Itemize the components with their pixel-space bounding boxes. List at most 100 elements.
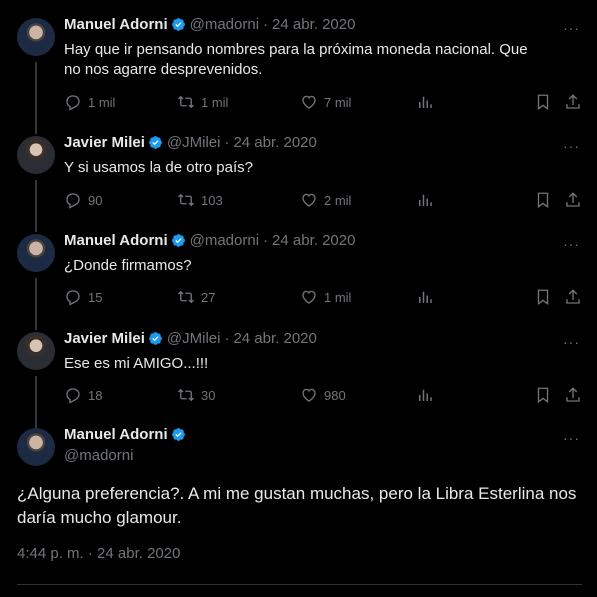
author-handle[interactable]: @JMilei bbox=[167, 330, 221, 347]
tweet-header: Javier Milei @JMilei · 24 abr. 2020 bbox=[64, 330, 317, 347]
bookmark-icon bbox=[534, 191, 552, 209]
author-name[interactable]: Javier Milei bbox=[64, 134, 145, 151]
main-tweet-text: ¿Alguna preferencia?. A mi me gustan muc… bbox=[17, 484, 577, 527]
reply-button[interactable]: 18 bbox=[64, 386, 102, 404]
tweet-header: Javier Milei @JMilei · 24 abr. 2020 bbox=[64, 134, 317, 151]
bookmark-button[interactable] bbox=[534, 93, 558, 111]
retweet-button[interactable]: 103 bbox=[177, 191, 223, 209]
reply-count: 1 mil bbox=[88, 94, 116, 110]
avatar[interactable] bbox=[17, 136, 55, 174]
retweet-icon bbox=[177, 386, 195, 404]
bookmark-button[interactable] bbox=[534, 288, 558, 306]
like-button[interactable]: 980 bbox=[300, 386, 346, 404]
retweet-count: 103 bbox=[201, 192, 223, 208]
author-name[interactable]: Manuel Adorni bbox=[64, 232, 168, 249]
verified-badge-icon bbox=[148, 135, 163, 150]
avatar[interactable] bbox=[17, 18, 55, 56]
thread-line bbox=[35, 180, 37, 232]
retweet-icon bbox=[177, 288, 195, 306]
retweet-button[interactable]: 1 mil bbox=[177, 93, 228, 111]
reply-icon bbox=[64, 93, 82, 111]
more-icon[interactable]: ··· bbox=[563, 236, 580, 252]
separator: · bbox=[224, 134, 230, 151]
author-handle[interactable]: @madorni bbox=[190, 16, 259, 33]
action-bar: 15 27 1 mil bbox=[64, 288, 584, 308]
more-icon[interactable]: ··· bbox=[563, 138, 580, 154]
views-button[interactable] bbox=[416, 288, 440, 306]
author-name[interactable]: Javier Milei bbox=[64, 330, 145, 347]
avatar[interactable] bbox=[17, 234, 55, 272]
avatar[interactable] bbox=[17, 428, 55, 466]
separator: · bbox=[263, 232, 269, 249]
verified-badge-icon bbox=[171, 17, 186, 32]
bookmark-icon bbox=[534, 93, 552, 111]
views-button[interactable] bbox=[416, 93, 440, 111]
retweet-icon bbox=[177, 93, 195, 111]
retweet-count: 30 bbox=[201, 387, 216, 403]
like-icon bbox=[300, 386, 318, 404]
like-button[interactable]: 1 mil bbox=[300, 288, 351, 306]
like-count: 1 mil bbox=[324, 289, 352, 305]
reply-icon bbox=[64, 288, 82, 306]
action-bar: 18 30 980 bbox=[64, 386, 584, 406]
divider bbox=[17, 584, 582, 585]
tweet-header: Manuel Adorni @madorni · 24 abr. 2020 bbox=[64, 232, 355, 249]
views-icon bbox=[416, 386, 434, 404]
share-icon bbox=[564, 191, 582, 209]
views-button[interactable] bbox=[416, 191, 440, 209]
tweet-date[interactable]: 24 abr. 2020 bbox=[272, 16, 355, 33]
like-button[interactable]: 7 mil bbox=[300, 93, 351, 111]
views-button[interactable] bbox=[416, 386, 440, 404]
share-button[interactable] bbox=[564, 93, 588, 111]
more-icon[interactable]: ··· bbox=[563, 20, 580, 36]
verified-badge-icon bbox=[171, 427, 186, 442]
tweet-date[interactable]: 24 abr. 2020 bbox=[272, 232, 355, 249]
like-count: 2 mil bbox=[324, 192, 352, 208]
reply-count: 18 bbox=[88, 387, 103, 403]
separator: · bbox=[224, 330, 230, 347]
share-button[interactable] bbox=[564, 386, 588, 404]
share-icon bbox=[564, 93, 582, 111]
like-count: 7 mil bbox=[324, 94, 352, 110]
views-icon bbox=[416, 191, 434, 209]
tweet-date[interactable]: 24 abr. 2020 bbox=[233, 134, 316, 151]
like-icon bbox=[300, 93, 318, 111]
bookmark-button[interactable] bbox=[534, 386, 558, 404]
tweet-header: Manuel Adorni @madorni · 24 abr. 2020 bbox=[64, 16, 355, 33]
author-handle[interactable]: @JMilei bbox=[167, 134, 221, 151]
like-icon bbox=[300, 288, 318, 306]
avatar[interactable] bbox=[17, 332, 55, 370]
author-name[interactable]: Manuel Adorni bbox=[64, 426, 168, 443]
like-count: 980 bbox=[324, 387, 346, 403]
retweet-count: 1 mil bbox=[201, 94, 229, 110]
thread-line bbox=[35, 278, 37, 330]
more-icon[interactable]: ··· bbox=[563, 430, 580, 446]
author-handle[interactable]: @madorni bbox=[190, 232, 259, 249]
reply-count: 90 bbox=[88, 192, 103, 208]
more-icon[interactable]: ··· bbox=[563, 334, 580, 350]
reply-button[interactable]: 15 bbox=[64, 288, 102, 306]
main-tweet-timestamp[interactable]: 4:44 p. m. · 24 abr. 2020 bbox=[17, 545, 180, 562]
retweet-count: 27 bbox=[201, 289, 216, 305]
share-button[interactable] bbox=[564, 288, 588, 306]
share-icon bbox=[564, 386, 582, 404]
reply-button[interactable]: 90 bbox=[64, 191, 102, 209]
share-button[interactable] bbox=[564, 191, 588, 209]
verified-badge-icon bbox=[171, 233, 186, 248]
like-button[interactable]: 2 mil bbox=[300, 191, 351, 209]
separator: · bbox=[263, 16, 269, 33]
reply-count: 15 bbox=[88, 289, 103, 305]
author-handle[interactable]: @madorni bbox=[64, 447, 133, 464]
bookmark-button[interactable] bbox=[534, 191, 558, 209]
tweet-text: ¿Donde firmamos? bbox=[64, 257, 192, 274]
retweet-button[interactable]: 27 bbox=[177, 288, 215, 306]
reply-icon bbox=[64, 191, 82, 209]
reply-icon bbox=[64, 386, 82, 404]
retweet-button[interactable]: 30 bbox=[177, 386, 215, 404]
author-name[interactable]: Manuel Adorni bbox=[64, 16, 168, 33]
tweet-text: Hay que ir pensando nombres para la próx… bbox=[64, 41, 528, 78]
action-bar: 90 103 2 mil bbox=[64, 191, 584, 211]
reply-button[interactable]: 1 mil bbox=[64, 93, 115, 111]
thread-line bbox=[35, 376, 37, 428]
tweet-date[interactable]: 24 abr. 2020 bbox=[233, 330, 316, 347]
